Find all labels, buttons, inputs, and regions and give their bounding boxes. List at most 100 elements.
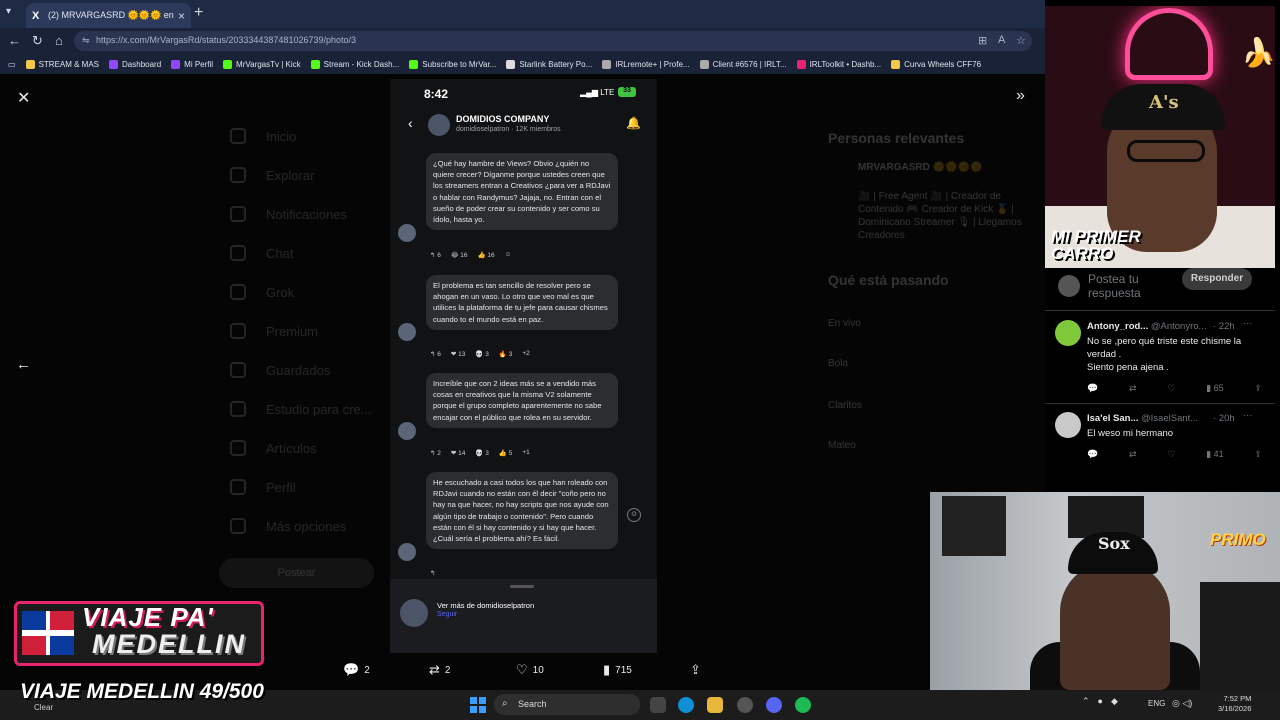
views-action[interactable]: ▮ 715	[603, 662, 632, 678]
x-right-column: Personas relevantes MRVARGASRD 🌞🌞🌞🌞 🎥 | …	[828, 80, 1038, 560]
language-indicator[interactable]: ENG	[1148, 699, 1165, 708]
sender-avatar	[398, 543, 416, 561]
chat-back-icon: ‹	[408, 115, 413, 131]
weather-widget[interactable]: Clear	[34, 703, 53, 712]
chat-message: ¿Qué hay hambre de Views? Obvio ¿quién n…	[426, 153, 618, 231]
share-icon[interactable]: ⇪	[1254, 383, 1262, 394]
reply-action[interactable]: 💬 2	[343, 662, 370, 678]
bookmark-item[interactable]: Mi Perfil	[171, 59, 213, 69]
reply-author[interactable]: Antony_rod... @Antonyro...	[1087, 321, 1206, 332]
reload-icon[interactable]: ↻	[32, 33, 43, 49]
nav-icon	[230, 245, 246, 261]
my-avatar[interactable]	[1058, 275, 1080, 297]
divider	[1045, 310, 1275, 311]
reply-icon[interactable]: 💬	[1087, 383, 1098, 394]
tray-app-icon[interactable]: ●	[1098, 696, 1103, 707]
post-button[interactable]: Postear	[219, 558, 374, 588]
bookmark-item[interactable]: Starlink Battery Po...	[506, 59, 592, 69]
sidebar-item[interactable]: Estudio para cre...	[230, 401, 372, 417]
bookmark-item[interactable]: Subscribe to MrVar...	[409, 59, 496, 69]
cap-logo: Sox	[1098, 534, 1130, 553]
share-icon[interactable]: ⇪	[690, 662, 706, 678]
start-icon[interactable]	[470, 697, 486, 713]
favorite-star-icon[interactable]: ☆	[1016, 34, 1026, 47]
system-tray[interactable]: ⌃ ● ◆	[1082, 696, 1118, 707]
sidebar-item[interactable]: Inicio	[230, 128, 296, 144]
home-icon[interactable]: ⌂	[55, 33, 63, 48]
close-viewer-icon[interactable]: ✕	[17, 88, 30, 108]
reply-icon[interactable]: 💬	[1087, 449, 1098, 460]
tray-chevron-icon[interactable]: ⌃	[1082, 696, 1090, 707]
sidebar-item[interactable]: Premium	[230, 323, 318, 339]
bookmarks-menu-icon[interactable]: ▭	[8, 60, 16, 69]
views-icon[interactable]: ▮ 65	[1206, 383, 1223, 394]
back-icon[interactable]: ←	[8, 33, 21, 48]
network-volume-icon[interactable]: ◎ ◁)	[1172, 698, 1192, 709]
bookmark-item[interactable]: IRLremote+ | Profe...	[602, 59, 690, 69]
bookmark-item[interactable]: IRLToolkit • Dashb...	[796, 59, 881, 69]
reply-actions: 💬 ⇄ ♡ ▮ 41 ⇪	[1087, 449, 1262, 460]
reply-avatar[interactable]	[1055, 320, 1081, 346]
sidebar-item[interactable]: Artículos	[230, 440, 317, 456]
sidebar-item[interactable]: Grok	[230, 284, 294, 300]
repost-icon[interactable]: ⇄	[1129, 449, 1137, 460]
app-available-icon[interactable]: ⊞	[978, 34, 987, 47]
sidebar-item[interactable]: Guardados	[230, 362, 330, 378]
spotify-icon[interactable]	[795, 697, 811, 713]
sidebar-item[interactable]: Explorar	[230, 167, 314, 183]
obs-icon[interactable]	[737, 697, 753, 713]
read-aloud-icon[interactable]: A	[998, 34, 1005, 46]
heart-icon[interactable]: ♡	[1167, 383, 1175, 394]
bookmark-item[interactable]: MrVargasTv | Kick	[223, 59, 301, 69]
repost-icon[interactable]: ⇄	[1129, 383, 1137, 394]
sidebar-item[interactable]: Chat	[230, 245, 293, 261]
heart-icon[interactable]: ♡	[1167, 449, 1175, 460]
new-tab-icon[interactable]: +	[194, 4, 203, 22]
file-explorer-icon[interactable]	[707, 697, 723, 713]
share-icon[interactable]: ⇪	[1254, 449, 1262, 460]
bookmark-item[interactable]: Dashboard	[109, 59, 161, 69]
browser-tab[interactable]: X (2) MRVARGASRD 🌞🌞🌞 en ×	[26, 3, 191, 28]
reply-button[interactable]: Responder	[1182, 268, 1252, 290]
tab-menu-icon[interactable]: ▾	[6, 6, 11, 17]
bookmark-item[interactable]: STREAM & MAS	[25, 59, 99, 69]
like-action[interactable]: ♡ 10	[516, 662, 544, 678]
url-field[interactable]: ⇋ https://x.com/MrVargasRd/status/203334…	[74, 31, 1032, 51]
sidebar-item[interactable]: Más opciones	[230, 518, 346, 534]
sidebar-item[interactable]: Notificaciones	[230, 206, 347, 222]
expand-panel-icon[interactable]: »	[1016, 87, 1025, 105]
site-info-icon[interactable]: ⇋	[82, 35, 90, 46]
more-icon[interactable]: ···	[1243, 318, 1253, 329]
bookmark-item[interactable]: Client #6576 | IRLT...	[699, 59, 787, 69]
views-icon[interactable]: ▮ 41	[1206, 449, 1223, 460]
reply-author[interactable]: Isa'el San... @IsaelSant...	[1087, 413, 1198, 424]
nav-icon	[230, 167, 246, 183]
channel-avatar	[428, 114, 450, 136]
clock[interactable]: 7:52 PM 3/16/2026	[1218, 694, 1251, 714]
edge-icon[interactable]	[678, 697, 694, 713]
relevant-name[interactable]: MRVARGASRD 🌞🌞🌞🌞	[858, 162, 982, 173]
close-tab-icon[interactable]: ×	[178, 9, 185, 23]
bookmark-favicon-icon	[171, 59, 181, 69]
discord-icon[interactable]	[766, 697, 782, 713]
trend-item[interactable]: Mateo	[828, 440, 856, 451]
bookmark-item[interactable]: Stream - Kick Dash...	[310, 59, 399, 69]
trend-item[interactable]: Bola	[828, 358, 848, 369]
bookmark-favicon-icon	[223, 59, 233, 69]
viaje-line1: VIAJE PA'	[82, 602, 214, 632]
previous-photo-icon[interactable]: ←	[16, 356, 31, 373]
trend-item[interactable]: Claritos	[828, 400, 862, 411]
sidebar-item[interactable]: Perfil	[230, 479, 296, 495]
taskbar-search[interactable]: ⌕ Search	[494, 694, 640, 715]
trend-item[interactable]: En vivo	[828, 318, 861, 329]
x-logo-icon: X	[32, 9, 40, 22]
reply-avatar[interactable]	[1055, 412, 1081, 438]
repost-action[interactable]: ⇄ 2	[429, 662, 450, 678]
channel-name: DOMIDIOS COMPANY	[456, 114, 550, 124]
tray-app-icon[interactable]: ◆	[1111, 696, 1118, 707]
more-icon[interactable]: ···	[1243, 410, 1253, 421]
reply-compose-input[interactable]: Postea tu respuesta	[1088, 272, 1168, 300]
phone-network: ▂▄▆ LTE	[580, 88, 615, 97]
task-view-icon[interactable]	[650, 697, 666, 713]
bookmark-item[interactable]: Curva Wheels CFF76	[891, 59, 981, 69]
